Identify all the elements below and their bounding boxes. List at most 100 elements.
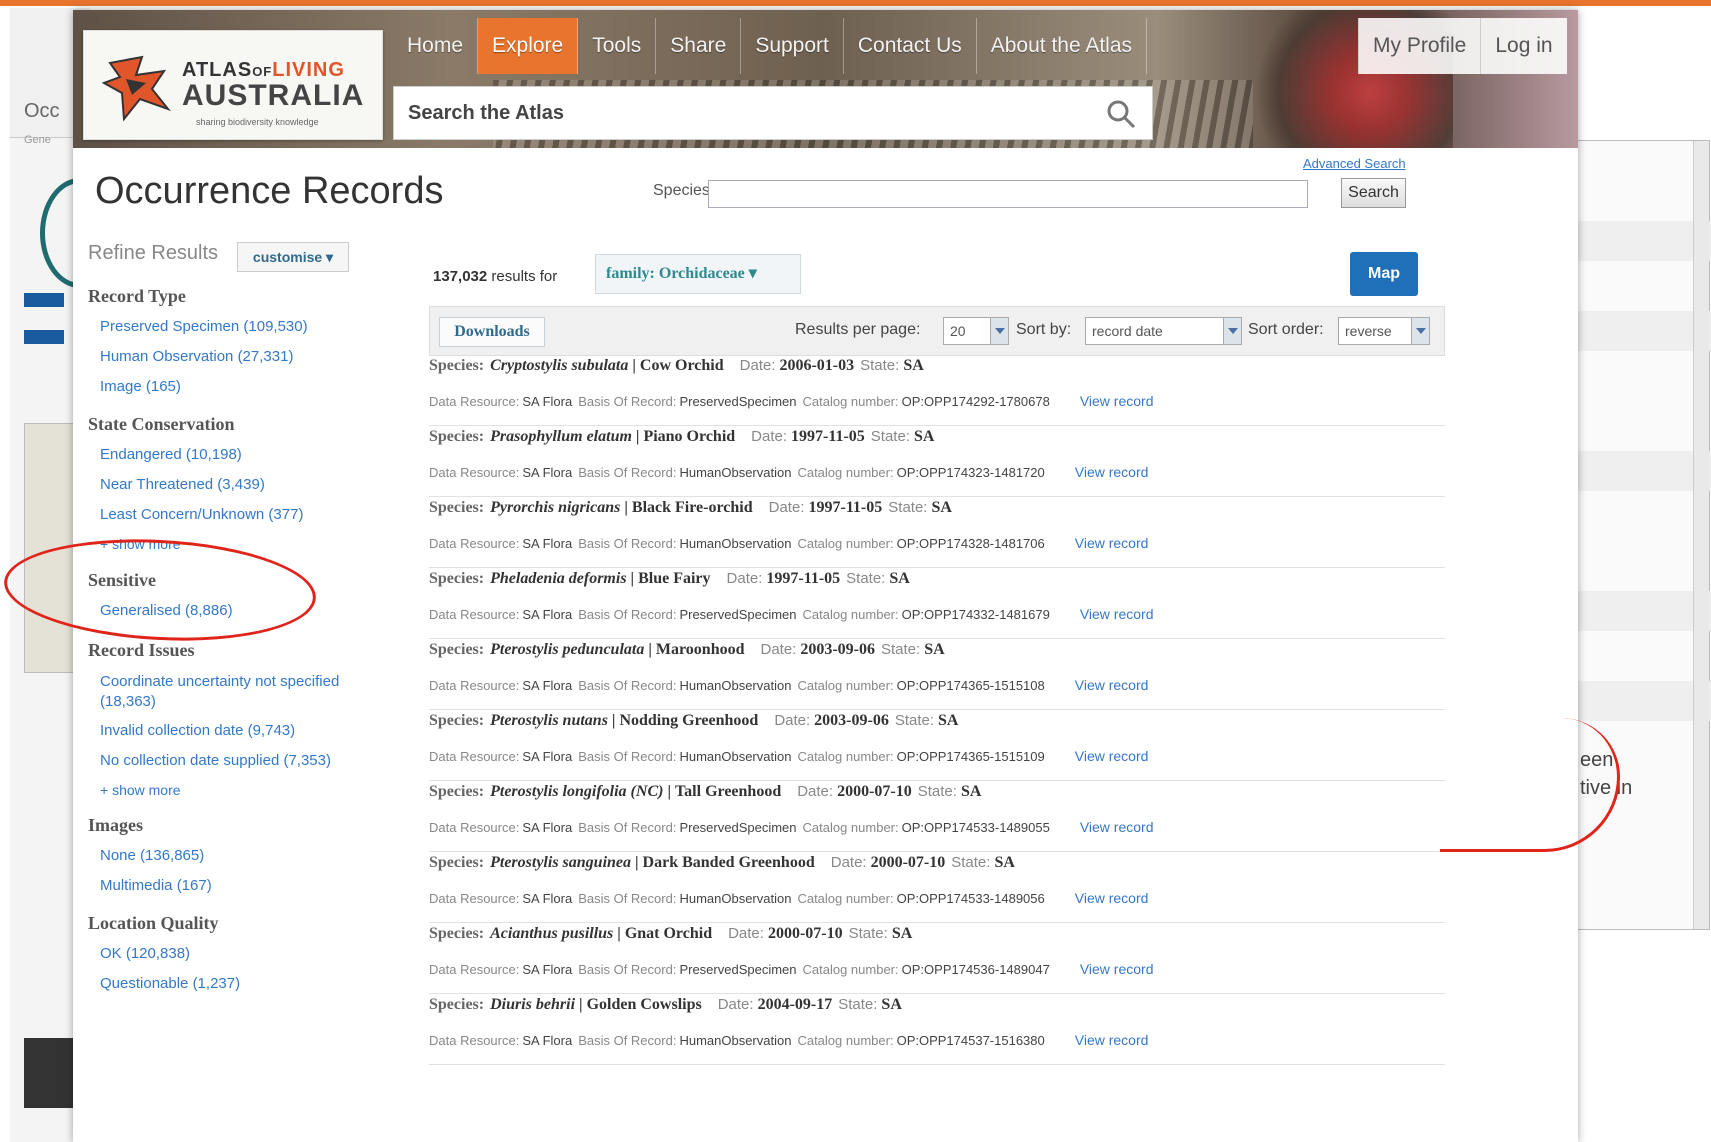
scientific-name[interactable]: Prasophyllum elatum <box>490 428 632 445</box>
basis-value: HumanObservation <box>679 678 792 693</box>
scientific-name[interactable]: Pterostylis sanguinea <box>490 854 631 871</box>
scientific-name[interactable]: Pyrorchis nigricans <box>490 499 620 516</box>
nav-share[interactable]: Share <box>656 18 742 74</box>
facet-record-issues: Record Issues Coordinate uncertainty not… <box>88 640 390 804</box>
facet-link[interactable]: Multimedia (167) <box>100 871 212 901</box>
page-title: Occurrence Records <box>95 170 444 212</box>
view-record-link[interactable]: View record <box>1075 748 1149 764</box>
sort-order-select[interactable]: reverse <box>1338 317 1430 345</box>
basis-value: PreservedSpecimen <box>679 820 797 835</box>
record-title-line: Species: Pterostylis sanguinea | Dark Bande… <box>429 854 1015 872</box>
view-record-link[interactable]: View record <box>1080 393 1154 409</box>
facet-link[interactable]: Image (165) <box>100 372 308 402</box>
view-record-link[interactable]: View record <box>1075 890 1149 906</box>
record-detail-line: Data Resource: SA Flora Basis Of Record: Pr… <box>429 961 1153 977</box>
record-detail-line: Data Resource: SA Flora Basis Of Record: Pr… <box>429 606 1153 622</box>
scientific-name[interactable]: Pheladenia deformis <box>490 570 626 587</box>
separator: | <box>617 925 621 942</box>
facet-link[interactable]: Endangered (10,198) <box>100 440 303 470</box>
state-key: State: <box>838 996 878 1013</box>
facet-link[interactable]: Invalid collection date (9,743) <box>100 716 390 746</box>
facet-link[interactable]: Human Observation (27,331) <box>100 342 308 372</box>
record-title-line: Species: Diuris behrii | Golden Cowslips Dat… <box>429 996 902 1014</box>
common-name: Nodding Greenhood <box>619 712 759 729</box>
species-search-input[interactable] <box>708 180 1308 208</box>
scientific-name[interactable]: Diuris behrii <box>490 996 575 1013</box>
facet-link[interactable]: Coordinate uncertainty not specified (18… <box>100 666 390 716</box>
basis-value: HumanObservation <box>679 891 792 906</box>
chevron-down-icon <box>1411 318 1429 344</box>
catalog-value: OP:OPP174328-1481706 <box>896 536 1045 551</box>
scientific-name[interactable]: Pterostylis nutans <box>490 712 608 729</box>
catalog-value: OP:OPP174533-1489055 <box>901 820 1050 835</box>
nav-log-in[interactable]: Log in <box>1480 18 1566 74</box>
logo-text-living: LIVING <box>272 59 345 81</box>
species-key: Species: <box>429 641 485 658</box>
sort-by-label: Sort by: <box>1016 321 1072 338</box>
results-per-page-select[interactable]: 20 <box>943 317 1009 345</box>
separator: | <box>635 854 639 871</box>
data-resource-value: SA Flora <box>522 891 573 906</box>
table-row: Species: Diuris behrii | Golden Cowslips Dat… <box>429 994 1445 1065</box>
sort-by-select[interactable]: record date <box>1085 317 1242 345</box>
date-key: Date: <box>717 996 754 1013</box>
species-key: Species: <box>429 357 485 374</box>
catalog-key: Catalog number: <box>797 1033 894 1048</box>
scientific-name[interactable]: Pterostylis longifolia (NC) <box>490 783 663 800</box>
downloads-button[interactable]: Downloads <box>439 317 545 347</box>
atlas-search-input[interactable] <box>394 87 1094 139</box>
scientific-name[interactable]: Pterostylis pedunculata <box>490 641 644 658</box>
view-record-link[interactable]: View record <box>1080 961 1154 977</box>
data-resource-key: Data Resource: <box>429 394 520 409</box>
advanced-search-link[interactable]: Advanced Search <box>1303 156 1406 171</box>
basis-key: Basis Of Record: <box>578 820 677 835</box>
basis-key: Basis Of Record: <box>578 749 677 764</box>
active-filter-chip[interactable]: family: Orchidaceae ▾ <box>595 254 801 294</box>
customise-button[interactable]: customise ▾ <box>237 242 349 272</box>
data-resource-key: Data Resource: <box>429 607 520 622</box>
nav-about-the-atlas[interactable]: About the Atlas <box>977 18 1148 74</box>
facet-link[interactable]: Questionable (1,237) <box>100 969 240 999</box>
view-record-link[interactable]: View record <box>1075 1032 1149 1048</box>
nav-home[interactable]: Home <box>393 18 479 74</box>
view-record-link[interactable]: View record <box>1075 677 1149 693</box>
basis-key: Basis Of Record: <box>578 536 677 551</box>
view-record-link[interactable]: View record <box>1075 535 1149 551</box>
species-search-button[interactable]: Search <box>1341 178 1406 208</box>
nav-contact-us[interactable]: Contact Us <box>844 18 977 74</box>
species-key: Species: <box>429 499 485 516</box>
logo-text-of: OF <box>252 64 273 79</box>
search-icon[interactable] <box>1106 99 1136 129</box>
facet-link[interactable]: Preserved Specimen (109,530) <box>100 312 308 342</box>
view-record-link[interactable]: View record <box>1080 606 1154 622</box>
facet-link[interactable]: Least Concern/Unknown (377) <box>100 500 303 530</box>
view-record-link[interactable]: View record <box>1075 464 1149 480</box>
facet-link[interactable]: Near Threatened (3,439) <box>100 470 303 500</box>
nav-tools[interactable]: Tools <box>578 18 657 74</box>
record-title-line: Species: Cryptostylis subulata | Cow Orchid… <box>429 357 924 375</box>
scientific-name[interactable]: Cryptostylis subulata <box>490 357 628 374</box>
record-date: 1997-11-05 <box>808 499 883 516</box>
facet-link[interactable]: No collection date supplied (7,353) <box>100 746 390 776</box>
data-resource-value: SA Flora <box>522 749 573 764</box>
view-record-link[interactable]: View record <box>1080 819 1154 835</box>
map-button[interactable]: Map <box>1350 252 1418 296</box>
separator: | <box>624 499 628 516</box>
state-key: State: <box>917 783 957 800</box>
scientific-name[interactable]: Acianthus pusillus <box>490 925 613 942</box>
site-logo[interactable]: ATLASOFLIVING AUSTRALIA sharing biodiver… <box>83 30 383 140</box>
data-resource-key: Data Resource: <box>429 820 520 835</box>
nav-support[interactable]: Support <box>741 18 844 74</box>
nav-my-profile[interactable]: My Profile <box>1358 18 1480 74</box>
record-date: 2000-07-10 <box>837 783 912 800</box>
show-more-link[interactable]: + show more <box>100 776 390 804</box>
catalog-value: OP:OPP174323-1481720 <box>896 465 1045 480</box>
facet-title: Images <box>88 815 143 835</box>
facet-link[interactable]: OK (120,838) <box>100 939 240 969</box>
background-dark-thumbnail <box>24 1038 80 1108</box>
basis-key: Basis Of Record: <box>578 1033 677 1048</box>
basis-value: HumanObservation <box>679 749 792 764</box>
nav-explore[interactable]: Explore <box>478 18 579 74</box>
state-key: State: <box>848 925 888 942</box>
facet-link[interactable]: None (136,865) <box>100 841 212 871</box>
